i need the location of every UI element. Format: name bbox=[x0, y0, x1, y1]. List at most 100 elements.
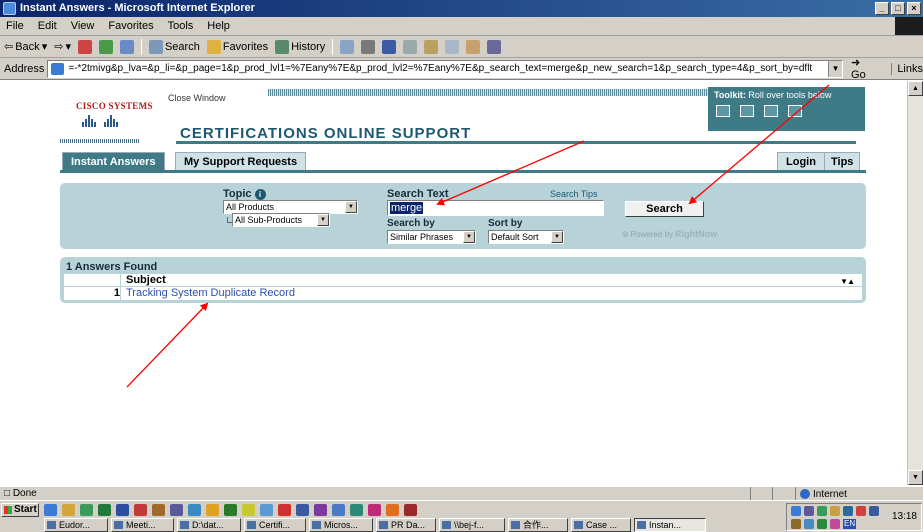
tab-tips[interactable]: Tips bbox=[824, 152, 861, 170]
cisco-logo[interactable]: Cisco Systems bbox=[76, 101, 156, 137]
task-button-active[interactable]: Instan... bbox=[634, 518, 706, 532]
tray-icon[interactable] bbox=[817, 506, 827, 516]
tray-icon[interactable] bbox=[869, 506, 879, 516]
quick-launch-icon[interactable] bbox=[188, 504, 201, 516]
menu-file[interactable]: File bbox=[6, 20, 24, 32]
quick-launch-icon[interactable] bbox=[278, 504, 291, 516]
go-button[interactable]: ➜ Go bbox=[851, 56, 877, 81]
tab-my-support-requests[interactable]: My Support Requests bbox=[175, 152, 307, 170]
tool-icon[interactable] bbox=[466, 39, 481, 54]
minimize-button[interactable]: _ bbox=[875, 2, 889, 15]
task-button[interactable]: \\bej-f... bbox=[439, 518, 505, 532]
start-button[interactable]: Start bbox=[1, 503, 39, 517]
history-button[interactable]: History bbox=[275, 39, 325, 54]
task-button[interactable]: Certifi... bbox=[244, 518, 306, 532]
task-button[interactable]: Meeti... bbox=[111, 518, 174, 532]
sort-by-select[interactable]: Default Sort ▼ bbox=[488, 230, 564, 244]
search-submit-button[interactable]: Search bbox=[625, 201, 704, 217]
language-indicator[interactable]: EN bbox=[843, 519, 857, 529]
tab-login[interactable]: Login bbox=[777, 152, 825, 170]
quick-launch-icon[interactable] bbox=[260, 504, 273, 516]
search-input[interactable]: merge bbox=[387, 200, 604, 216]
maximize-button[interactable]: □ bbox=[891, 2, 905, 15]
email-icon[interactable] bbox=[740, 105, 754, 117]
quick-launch-icon[interactable] bbox=[152, 504, 165, 516]
task-button[interactable]: 合作... bbox=[508, 518, 568, 532]
sub-product-select[interactable]: All Sub-Products ▼ bbox=[232, 213, 330, 227]
quick-launch-icon[interactable] bbox=[350, 504, 363, 516]
tray-icon[interactable] bbox=[830, 506, 840, 516]
favorites-button[interactable]: Favorites bbox=[206, 39, 268, 54]
tray-icon[interactable] bbox=[791, 519, 801, 529]
print-icon[interactable] bbox=[361, 39, 376, 54]
clock[interactable]: 13:18 bbox=[892, 511, 917, 522]
column-header-subject[interactable]: Subject bbox=[126, 274, 166, 286]
links-button[interactable]: Links bbox=[891, 62, 923, 75]
tray-icon[interactable] bbox=[817, 519, 827, 529]
refresh-icon[interactable] bbox=[98, 39, 113, 54]
tray-icon[interactable] bbox=[830, 519, 840, 529]
task-button[interactable]: D:\dat... bbox=[177, 518, 241, 532]
quick-launch-icon[interactable] bbox=[296, 504, 309, 516]
quick-launch-icon[interactable] bbox=[80, 504, 93, 516]
messenger-icon[interactable] bbox=[424, 39, 439, 54]
quick-launch-icon[interactable] bbox=[134, 504, 147, 516]
quick-launch-icon[interactable] bbox=[386, 504, 399, 516]
menu-tools[interactable]: Tools bbox=[168, 20, 194, 32]
sort-toggle-icon[interactable]: ▼▲ bbox=[840, 277, 855, 286]
address-dropdown-icon[interactable]: ▼ bbox=[828, 60, 843, 77]
quick-launch-icon[interactable] bbox=[314, 504, 327, 516]
quick-launch-icon[interactable] bbox=[368, 504, 381, 516]
add-icon[interactable] bbox=[764, 105, 778, 117]
quick-launch-icon[interactable] bbox=[404, 504, 417, 516]
research-icon[interactable] bbox=[445, 39, 460, 54]
ie-app-icon[interactable] bbox=[3, 2, 16, 15]
close-button[interactable]: × bbox=[907, 2, 921, 15]
tray-icon[interactable] bbox=[804, 506, 814, 516]
tray-icon[interactable] bbox=[856, 506, 866, 516]
quick-launch-icon[interactable] bbox=[332, 504, 345, 516]
mail-icon[interactable] bbox=[340, 39, 355, 54]
address-input[interactable]: =-*2tmivg&p_lva=&p_li=&p_page=1&p_prod_l… bbox=[47, 59, 844, 78]
tray-icon[interactable] bbox=[804, 519, 814, 529]
forward-button[interactable]: ⇨ ▾ bbox=[54, 40, 71, 53]
task-button[interactable]: Micros... bbox=[309, 518, 373, 532]
menu-favorites[interactable]: Favorites bbox=[108, 20, 153, 32]
task-button[interactable]: Case ... bbox=[571, 518, 631, 532]
edit-icon[interactable] bbox=[382, 39, 397, 54]
scroll-up-icon[interactable]: ▲ bbox=[908, 81, 923, 96]
stop-icon[interactable] bbox=[77, 39, 92, 54]
quick-launch-icon[interactable] bbox=[224, 504, 237, 516]
quick-launch-icon[interactable] bbox=[62, 504, 75, 516]
task-button[interactable]: Eudor... bbox=[44, 518, 108, 532]
product-select[interactable]: All Products ▼ bbox=[223, 200, 358, 214]
vertical-scrollbar[interactable]: ▲ ▼ bbox=[907, 81, 923, 485]
quick-launch-icon[interactable] bbox=[98, 504, 111, 516]
home-icon[interactable] bbox=[119, 39, 134, 54]
result-link[interactable]: Tracking System Duplicate Record bbox=[126, 287, 295, 299]
menu-view[interactable]: View bbox=[71, 20, 95, 32]
tab-instant-answers[interactable]: Instant Answers bbox=[62, 152, 165, 170]
tray-icon[interactable] bbox=[843, 506, 853, 516]
menu-help[interactable]: Help bbox=[207, 20, 230, 32]
scroll-down-icon[interactable]: ▼ bbox=[908, 470, 923, 485]
quick-launch-icon[interactable] bbox=[206, 504, 219, 516]
bookmark-icon[interactable] bbox=[788, 105, 802, 117]
discuss-icon[interactable] bbox=[403, 39, 418, 54]
menu-edit[interactable]: Edit bbox=[38, 20, 57, 32]
quick-launch-icon[interactable] bbox=[242, 504, 255, 516]
quick-launch-icon[interactable] bbox=[170, 504, 183, 516]
quick-launch-icon[interactable] bbox=[116, 504, 129, 516]
close-window-link[interactable]: Close Window bbox=[168, 93, 226, 103]
tray-icon[interactable] bbox=[791, 506, 801, 516]
task-button[interactable]: PR Da... bbox=[376, 518, 436, 532]
back-button[interactable]: ⇦ Back ▾ bbox=[4, 40, 47, 54]
info-icon[interactable]: i bbox=[254, 188, 266, 200]
search-button[interactable]: Search bbox=[148, 39, 200, 54]
print-icon[interactable] bbox=[716, 105, 730, 117]
search-by-select[interactable]: Similar Phrases ▼ bbox=[387, 230, 476, 244]
search-tips-link[interactable]: Search Tips bbox=[550, 189, 598, 199]
tool-icon[interactable] bbox=[487, 39, 502, 54]
powered-by-rightnow[interactable]: ⦾ Powered by RightNow bbox=[622, 229, 717, 240]
quick-launch-icon[interactable] bbox=[44, 504, 57, 516]
